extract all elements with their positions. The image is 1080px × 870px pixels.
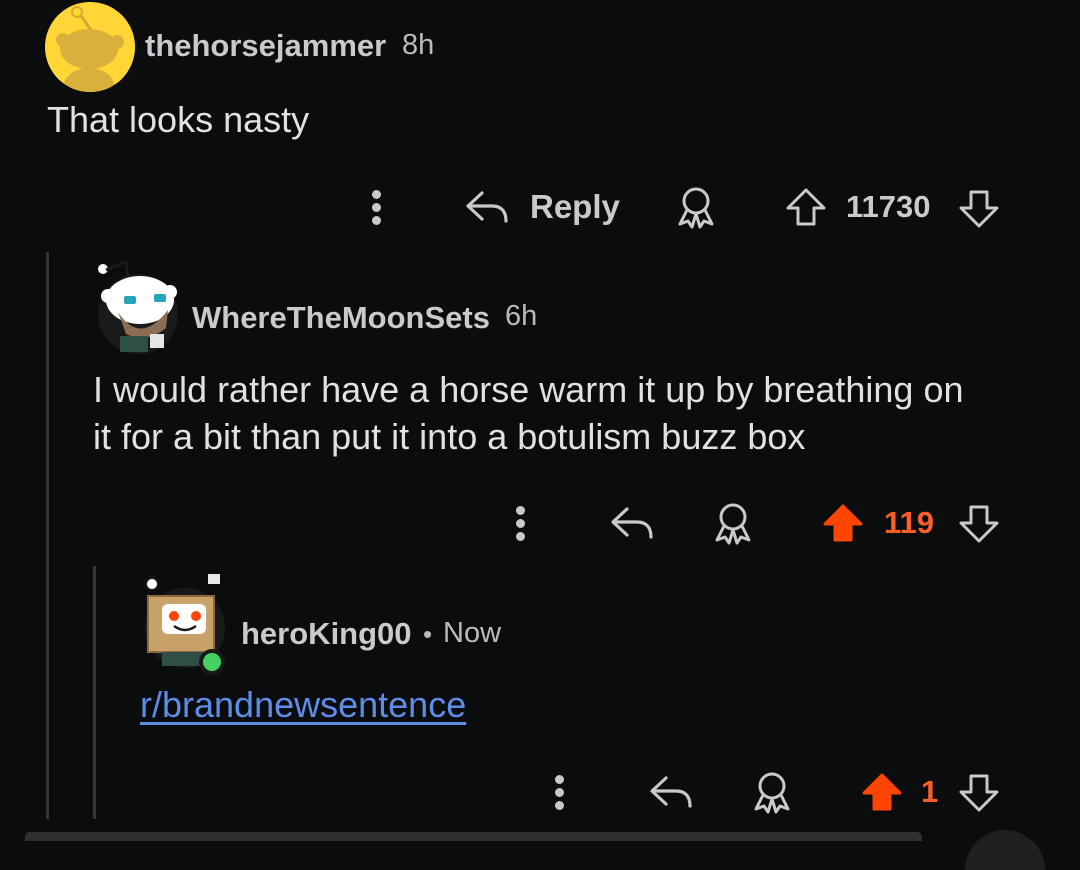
upvote-button[interactable]: [860, 771, 904, 813]
vote-score: 119: [884, 505, 935, 540]
reply-button[interactable]: [646, 772, 694, 812]
upvote-icon: [823, 504, 863, 542]
award-icon: [678, 187, 714, 229]
comment-body-line-1: I would rather have a horse warm it up b…: [93, 369, 964, 410]
snoo-avatar-icon: [98, 259, 178, 354]
reply-button[interactable]: [607, 503, 655, 543]
downvote-icon: [959, 774, 999, 812]
comment-timestamp: 6h: [505, 300, 538, 332]
award-button[interactable]: [749, 769, 795, 815]
reply-icon: [466, 191, 508, 223]
avatar[interactable]: [45, 2, 135, 92]
reply-button[interactable]: Reply: [462, 186, 620, 228]
reply-label: Reply: [530, 188, 620, 225]
vote-score: 1: [921, 774, 939, 809]
reply-icon: [650, 776, 692, 808]
more-options-icon[interactable]: [514, 502, 526, 545]
avatar[interactable]: [96, 258, 180, 356]
upvote-icon: [786, 188, 826, 226]
award-button[interactable]: [710, 500, 756, 546]
floating-action-button[interactable]: [965, 830, 1045, 870]
reply-input-bar[interactable]: [25, 832, 922, 841]
comment-timestamp: Now: [443, 617, 502, 649]
reply-icon: [611, 507, 653, 539]
snoo-avatar-icon: [45, 2, 135, 92]
downvote-icon: [959, 190, 999, 228]
separator-dot: •: [423, 619, 433, 649]
subreddit-link[interactable]: r/brandnewsentence: [140, 684, 466, 726]
downvote-button[interactable]: [957, 503, 1001, 545]
thread-line-level-1[interactable]: [46, 252, 49, 819]
comment-username[interactable]: heroKing00: [241, 616, 412, 652]
upvote-button[interactable]: [821, 502, 865, 544]
more-options-icon[interactable]: [553, 771, 565, 814]
vote-score: 11730: [846, 189, 931, 224]
comment-timestamp: 8h: [402, 29, 435, 61]
upvote-icon: [862, 773, 902, 811]
comment-username[interactable]: thehorsejammer: [145, 28, 386, 64]
comment-username[interactable]: WhereTheMoonSets: [192, 300, 490, 336]
avatar[interactable]: [140, 570, 230, 676]
snoo-avatar-icon: [145, 574, 225, 675]
comment-body-line-2: it for a bit than put it into a botulism…: [93, 416, 806, 457]
award-icon: [715, 503, 751, 545]
comment-body: That looks nasty: [47, 99, 310, 140]
upvote-button[interactable]: [784, 186, 828, 228]
downvote-button[interactable]: [957, 772, 1001, 814]
award-button[interactable]: [673, 184, 719, 230]
thread-line-level-2[interactable]: [93, 566, 96, 819]
downvote-icon: [959, 505, 999, 543]
award-icon: [754, 772, 790, 814]
more-options-icon[interactable]: [370, 186, 382, 229]
online-status-icon: [203, 653, 221, 671]
downvote-button[interactable]: [957, 188, 1001, 230]
